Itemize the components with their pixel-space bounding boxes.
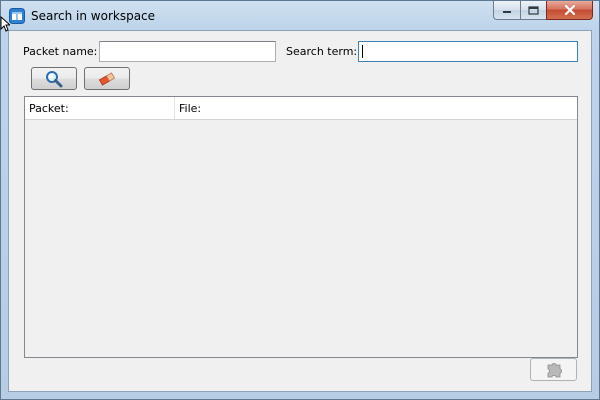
packet-name-label: Packet name: [23,45,98,58]
workspace-app-icon [9,8,25,24]
results-header: Packet: File: [25,97,577,120]
search-window: Search in workspace Packet name: Search … [0,0,600,400]
close-icon [564,5,575,15]
column-header-packet[interactable]: Packet: [25,97,175,119]
text-caret [362,45,363,58]
open-result-button[interactable] [530,358,577,381]
maximize-icon [528,5,539,15]
eraser-icon [98,71,116,86]
packet-name-input[interactable] [99,41,276,62]
caption-buttons [493,1,593,21]
minimize-icon [503,11,511,13]
minimize-button[interactable] [493,1,520,20]
close-button[interactable] [546,1,593,20]
puzzle-icon [547,362,562,377]
search-button[interactable] [31,67,77,90]
maximize-button[interactable] [520,1,546,20]
search-term-label: Search term: [286,45,358,58]
title-bar[interactable]: Search in workspace [1,1,599,30]
search-term-input[interactable] [358,41,578,62]
mouse-pointer-icon [0,16,10,32]
column-header-file[interactable]: File: [175,97,577,119]
clear-button[interactable] [84,67,130,90]
dialog-content: Packet name: Search term: Packet: File: [8,30,592,392]
results-table[interactable]: Packet: File: [24,96,578,358]
magnifier-icon [46,70,63,87]
window-title: Search in workspace [31,9,156,23]
